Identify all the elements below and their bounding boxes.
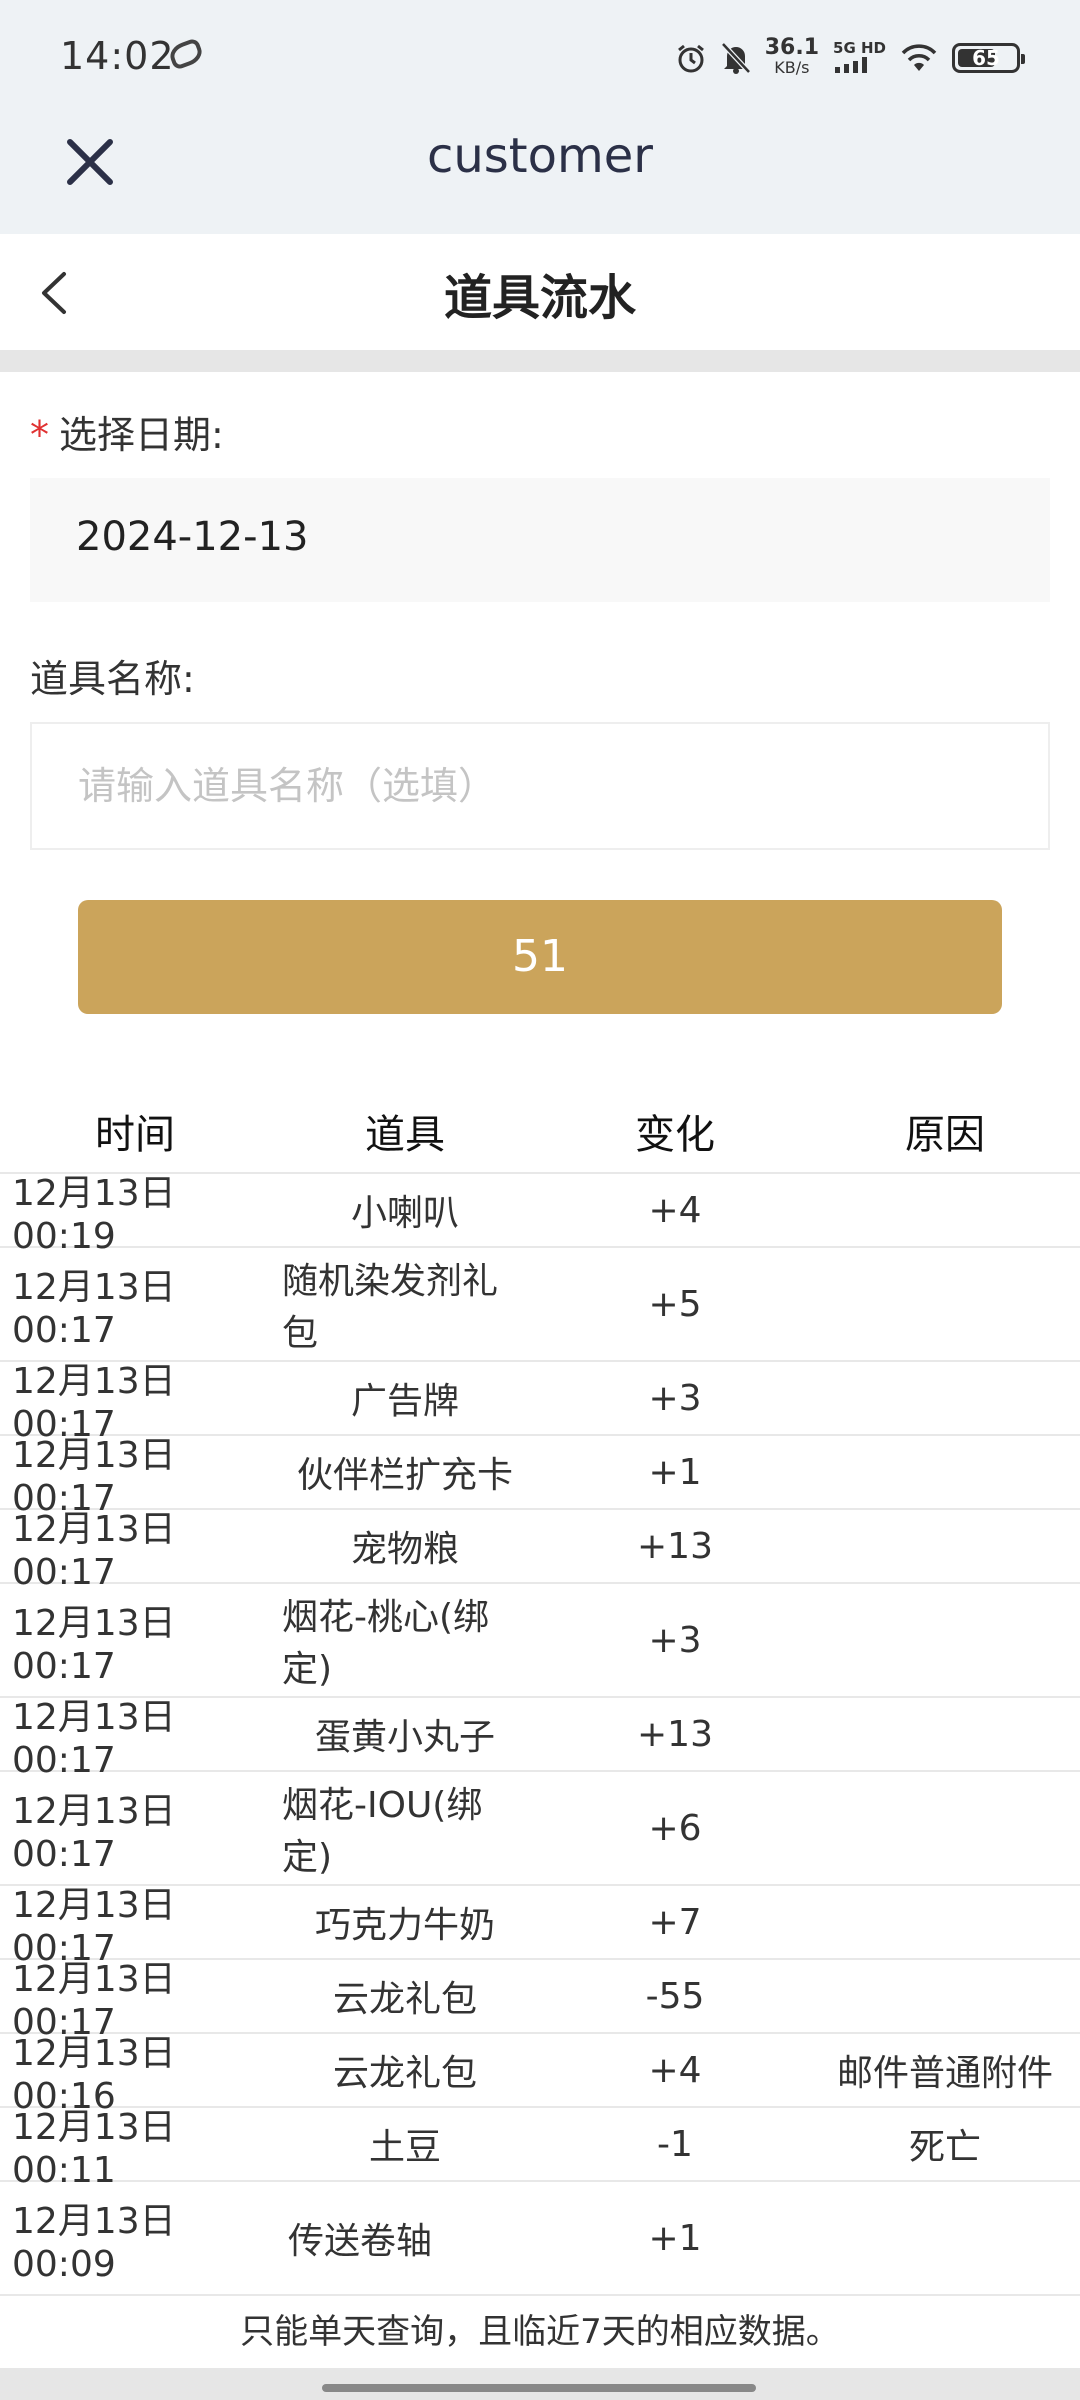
required-mark: * — [30, 413, 49, 457]
table-row: 12月13日 00:17 宠物粮 +13 — [0, 1508, 1080, 1593]
footer-note: 只能单天查询，且临近7天的相应数据。 — [240, 2312, 840, 2352]
status-time: 14:02 — [60, 34, 175, 78]
alarm-icon — [675, 42, 707, 74]
item-log-table: 时间 道具 变化 原因 12月13日 00:19 小喇叭 +4 12月13日 0… — [0, 1090, 1080, 2296]
cell-time: 12月13日 00:16 — [12, 2032, 176, 2117]
speed-unit: KB/s — [774, 58, 810, 77]
cell-change: +4 — [648, 1189, 702, 1231]
item-name-label: 道具名称: — [30, 657, 195, 701]
cell-item: 伙伴栏扩充卡 — [296, 1455, 513, 1496]
cell-time: 12月13日 00:09 — [12, 2200, 176, 2285]
signal-icon — [833, 57, 869, 77]
cell-item: 广告牌 — [350, 1381, 459, 1422]
cell-change: -55 — [645, 1975, 705, 2017]
table-row: 12月13日 00:17 蛋黄小丸子 +13 — [0, 1696, 1080, 1781]
cell-time: 12月13日 00:17 — [12, 1434, 176, 1519]
cell-time: 12月13日 00:17 — [12, 1884, 176, 1969]
cell-item: 宠物粮 — [350, 1529, 459, 1570]
cell-change: +5 — [648, 1283, 702, 1325]
cell-reason — [810, 1584, 1080, 1696]
cell-change: +1 — [648, 1451, 702, 1493]
cell-time: 12月13日 00:17 — [12, 1508, 176, 1593]
cell-time: 12月13日 00:17 — [12, 1266, 176, 1351]
webview-bar: customer — [0, 116, 1080, 234]
cell-time: 12月13日 00:17 — [12, 1958, 176, 2043]
table-row: 12月13日 00:17 烟花-IOU(绑定) +6 — [0, 1772, 1080, 1886]
divider — [0, 350, 1080, 372]
table-row: 12月13日 00:09 传送卷轴 +1 — [0, 2182, 1080, 2296]
cell-change: +7 — [648, 1901, 702, 1943]
cell-change: +13 — [637, 1713, 713, 1755]
item-name-input[interactable] — [78, 754, 978, 818]
cell-reason — [810, 2182, 1080, 2294]
cell-reason — [810, 1174, 1080, 1246]
mute-icon — [720, 42, 751, 74]
status-icons: 36.1 KB/s 5G HD 65 — [675, 30, 1025, 86]
network-type: 5G HD — [833, 39, 886, 77]
cell-change: +3 — [648, 1377, 702, 1419]
date-label: * 选择日期: — [30, 404, 224, 459]
column-header-time: 时间 — [95, 1112, 175, 1158]
cell-reason — [810, 1510, 1080, 1582]
column-header-change: 变化 — [635, 1112, 715, 1158]
cell-item: 传送卷轴 — [287, 2221, 432, 2262]
cell-item: 蛋黄小丸子 — [314, 1717, 495, 1758]
cell-time: 12月13日 00:11 — [12, 2106, 176, 2191]
cell-item: 巧克力牛奶 — [314, 1905, 495, 1946]
cell-reason — [810, 1960, 1080, 2032]
cell-item: 土豆 — [368, 2127, 441, 2168]
table-row: 12月13日 00:19 小喇叭 +4 — [0, 1172, 1080, 1257]
table-row: 12月13日 00:17 烟花-桃心(绑定) +3 — [0, 1584, 1080, 1698]
cell-time: 12月13日 00:17 — [12, 1602, 176, 1687]
battery-icon: 65 — [952, 43, 1025, 73]
cell-reason — [810, 1362, 1080, 1434]
cell-change: +6 — [648, 1807, 702, 1849]
cell-reason — [810, 1772, 1080, 1884]
date-value: 2024-12-13 — [76, 514, 309, 560]
cell-reason: 死亡 — [908, 2127, 981, 2168]
date-label-text: 选择日期: — [59, 413, 224, 457]
cell-item: 云龙礼包 — [332, 2053, 477, 2094]
cell-item: 烟花-IOU(绑定) — [282, 1785, 483, 1878]
network-speed: 36.1 KB/s — [764, 35, 820, 78]
cell-time: 12月13日 00:17 — [12, 1360, 176, 1445]
wifi-icon — [900, 43, 938, 73]
cell-reason — [810, 1886, 1080, 1958]
cell-item: 云龙礼包 — [332, 1979, 477, 2020]
cell-change: +4 — [648, 2049, 702, 2091]
home-indicator[interactable] — [322, 2384, 756, 2392]
cell-change: +1 — [648, 2217, 702, 2259]
cell-reason: 邮件普通附件 — [836, 2053, 1053, 2094]
cell-item: 小喇叭 — [350, 1193, 459, 1234]
cell-reason — [810, 1436, 1080, 1508]
cell-change: -1 — [657, 2123, 693, 2165]
speed-value: 36.1 — [764, 35, 820, 60]
cell-reason — [810, 1248, 1080, 1360]
battery-level: 65 — [972, 46, 1000, 70]
cell-time: 12月13日 00:19 — [12, 1172, 176, 1257]
page-title: 道具流水 — [443, 270, 636, 326]
network-label: 5G HD — [833, 39, 886, 57]
table-row: 12月13日 00:11 土豆 -1 死亡 — [0, 2106, 1080, 2191]
cell-change: +13 — [637, 1525, 713, 1567]
item-name-field[interactable] — [30, 722, 1050, 850]
date-picker[interactable]: 2024-12-13 — [30, 478, 1050, 602]
query-button[interactable]: 51 — [78, 900, 1002, 1014]
webview-title: customer — [426, 128, 654, 184]
cell-item: 烟花-桃心(绑定) — [282, 1597, 490, 1690]
table-row: 12月13日 00:17 随机染发剂礼包 +5 — [0, 1248, 1080, 1362]
table-header: 时间 道具 变化 原因 — [0, 1090, 1080, 1174]
cell-reason — [810, 1698, 1080, 1770]
cell-item: 随机染发剂礼包 — [282, 1261, 499, 1354]
page-header: 道具流水 — [0, 234, 1080, 350]
cell-change: +3 — [648, 1619, 702, 1661]
cell-time: 12月13日 00:17 — [12, 1696, 176, 1781]
cell-time: 12月13日 00:17 — [12, 1790, 176, 1875]
status-bar: 14:02 36.1 KB/s 5G HD 65 — [0, 0, 1080, 116]
column-header-item: 道具 — [365, 1112, 445, 1158]
column-header-reason: 原因 — [905, 1112, 985, 1158]
